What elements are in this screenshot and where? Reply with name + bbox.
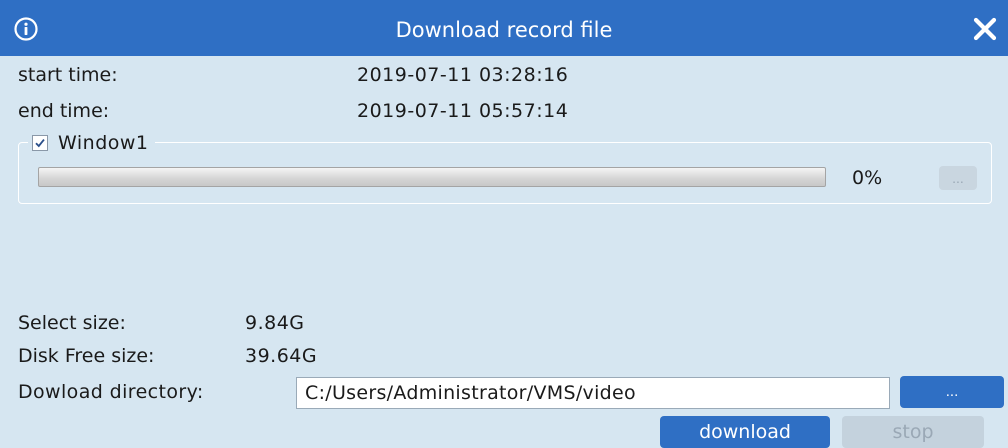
select-size-label: Select size: (18, 312, 126, 334)
end-time-label: end time: (18, 100, 110, 122)
window1-label: Window1 (58, 132, 149, 154)
directory-input[interactable] (296, 377, 890, 409)
channel-header: Window1 (28, 131, 155, 155)
end-time-value: 2019-07-11 05:57:14 (357, 100, 569, 122)
select-size-value: 9.84G (245, 312, 305, 334)
disk-free-label: Disk Free size: (18, 345, 155, 367)
stop-button[interactable]: stop (842, 416, 984, 448)
directory-label: Dowload directory: (18, 381, 204, 403)
progress-percent: 0% (852, 167, 883, 189)
window1-checkbox[interactable] (32, 135, 48, 151)
dialog-title: Download record file (395, 18, 613, 42)
start-time-label: start time: (18, 64, 118, 86)
download-progress-bar (38, 167, 826, 187)
checkmark-icon (35, 139, 45, 148)
start-time-value: 2019-07-11 03:28:16 (357, 64, 569, 86)
channel-browse-button[interactable]: ... (939, 166, 977, 190)
directory-browse-button[interactable]: ... (900, 376, 1004, 408)
disk-free-value: 39.64G (245, 345, 318, 367)
close-icon[interactable] (972, 16, 998, 42)
title-bar: Download record file (0, 0, 1008, 56)
download-button[interactable]: download (660, 416, 830, 448)
